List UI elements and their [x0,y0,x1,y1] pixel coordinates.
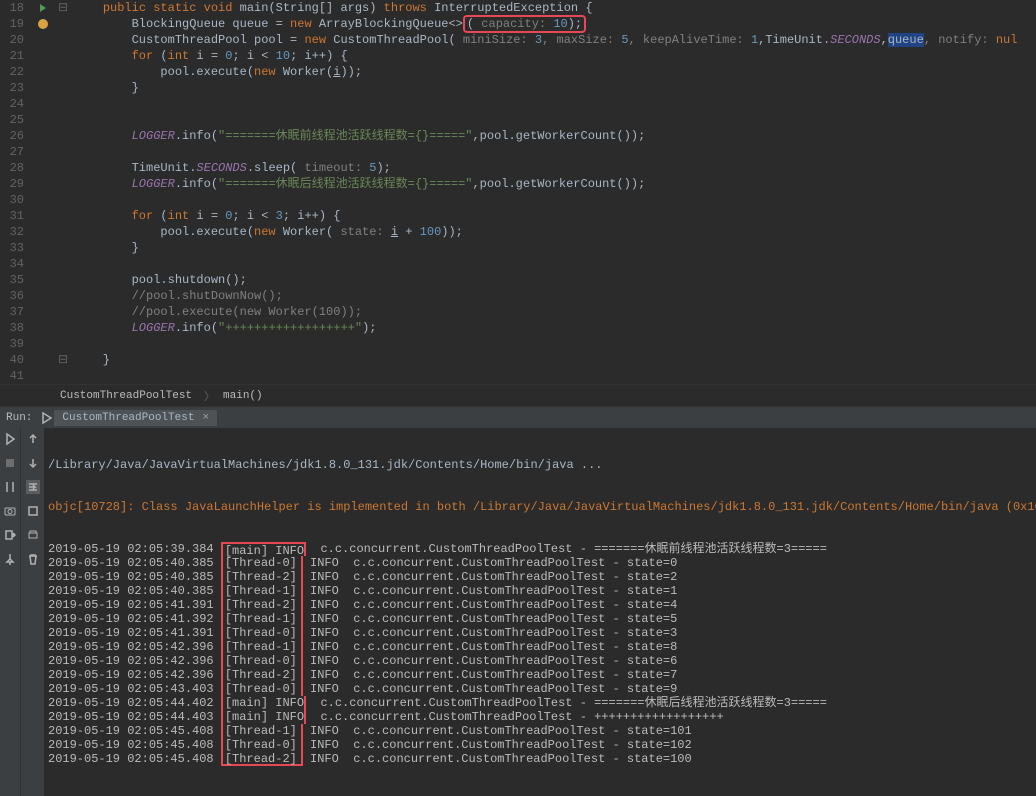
thread-column: [Thread-2] [221,598,303,612]
console-line: 2019-05-19 02:05:41.391 [Thread-0] INFO … [48,626,1032,640]
camera-icon[interactable] [3,504,17,518]
thread-column: [main] INFO [221,542,306,556]
thread-column: [Thread-0] [221,654,303,668]
pause-icon[interactable] [3,480,17,494]
console-toolbar [20,428,44,796]
scroll-end-icon[interactable] [26,504,40,518]
console-line: 2019-05-19 02:05:41.392 [Thread-1] INFO … [48,612,1032,626]
thread-column: [Thread-2] [221,668,303,682]
print-icon[interactable] [26,528,40,542]
close-icon[interactable]: × [202,412,209,424]
console-line: 2019-05-19 02:05:40.385 [Thread-1] INFO … [48,584,1032,598]
console-line: 2019-05-19 02:05:45.408 [Thread-2] INFO … [48,752,1032,766]
console-line: 2019-05-19 02:05:42.396 [Thread-0] INFO … [48,654,1032,668]
thread-column: [Thread-0] [221,556,303,570]
console-line: 2019-05-19 02:05:42.396 [Thread-2] INFO … [48,668,1032,682]
code-line: 21 for (int i = 0; i < 10; i++) { [0,48,1036,64]
rerun-icon[interactable] [3,432,17,446]
thread-column: [Thread-2] [221,570,303,584]
code-line: 18⊟ public static void main(String[] arg… [0,0,1036,16]
console-line: 2019-05-19 02:05:41.391 [Thread-2] INFO … [48,598,1032,612]
run-toolbar-left [0,428,20,796]
run-tab[interactable]: CustomThreadPoolTest× [54,410,217,426]
console-line: 2019-05-19 02:05:39.384 [main] INFO c.c.… [48,542,1032,556]
breadcrumb[interactable]: CustomThreadPoolTest 〉 main() [0,384,1036,406]
thread-column: [Thread-0] [221,682,303,696]
soft-wrap-icon[interactable] [26,480,40,494]
console-line: 2019-05-19 02:05:44.403 [main] INFO c.c.… [48,710,1032,724]
console-line: 2019-05-19 02:05:40.385 [Thread-0] INFO … [48,556,1032,570]
thread-column: [main] INFO [221,710,306,724]
thread-column: [Thread-0] [221,626,303,640]
console-area: /Library/Java/JavaVirtualMachines/jdk1.8… [0,428,1036,796]
code-line: 20 CustomThreadPool pool = new CustomThr… [0,32,1036,48]
stop-icon[interactable] [3,456,17,470]
console-line: 2019-05-19 02:05:44.402 [main] INFO c.c.… [48,696,1032,710]
breadcrumb-method[interactable]: main() [223,390,263,402]
exit-icon[interactable] [3,528,17,542]
console-warning: objc[10728]: Class JavaLaunchHelper is i… [48,500,1032,514]
console-line: 2019-05-19 02:05:40.385 [Thread-2] INFO … [48,570,1032,584]
pin-icon[interactable] [3,552,17,566]
breadcrumb-class[interactable]: CustomThreadPoolTest [60,390,192,402]
console-command: /Library/Java/JavaVirtualMachines/jdk1.8… [48,458,1032,472]
run-gutter-icon[interactable] [40,4,46,12]
highlight-capacity: ( capacity: 10); [463,15,586,33]
run-config-icon [40,411,54,425]
thread-column: [Thread-2] [221,752,303,766]
code-line: 22 pool.execute(new Worker(i)); [0,64,1036,80]
console-line: 2019-05-19 02:05:45.408 [Thread-0] INFO … [48,738,1032,752]
code-line: 19 BlockingQueue queue = new ArrayBlocki… [0,16,1036,32]
thread-column: [main] INFO [221,696,306,710]
thread-column: [Thread-0] [221,738,303,752]
thread-column: [Thread-1] [221,640,303,654]
run-label: Run: [6,412,32,424]
fold-toggle[interactable]: ⊟ [58,0,68,16]
chevron-right-icon: 〉 [204,388,215,404]
thread-column: [Thread-1] [221,724,303,738]
intention-bulb-icon[interactable] [38,19,48,29]
console-output[interactable]: /Library/Java/JavaVirtualMachines/jdk1.8… [44,428,1036,796]
run-tool-window-header: Run: CustomThreadPoolTest× [0,406,1036,428]
console-line: 2019-05-19 02:05:43.403 [Thread-0] INFO … [48,682,1032,696]
console-line: 2019-05-19 02:05:42.396 [Thread-1] INFO … [48,640,1032,654]
code-editor[interactable]: 18⊟ public static void main(String[] arg… [0,0,1036,384]
trash-icon[interactable] [26,552,40,566]
up-icon[interactable] [26,432,40,446]
down-icon[interactable] [26,456,40,470]
thread-column: [Thread-1] [221,584,303,598]
console-line: 2019-05-19 02:05:45.408 [Thread-1] INFO … [48,724,1032,738]
thread-column: [Thread-1] [221,612,303,626]
fold-toggle[interactable]: ⊟ [58,352,68,368]
